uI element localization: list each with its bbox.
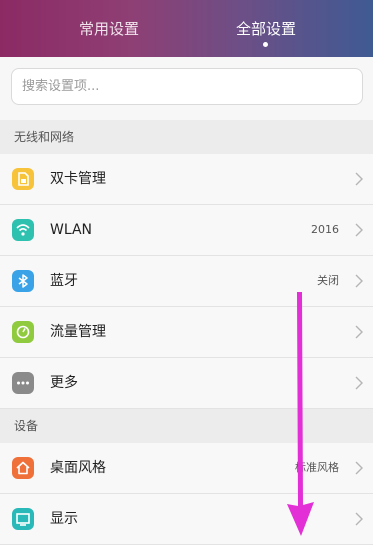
settings-row-label: 桌面风格 [50,460,106,476]
chevron-right-icon [354,171,364,187]
chevron-right-icon [354,222,364,238]
chevron-right-icon [354,324,364,340]
more-icon [12,372,34,394]
bluetooth-icon [12,270,34,292]
settings-row-dual-sim[interactable]: 双卡管理 [0,154,373,205]
search-bar [0,57,373,120]
search-input[interactable] [11,68,363,105]
settings-row-label: 蓝牙 [50,273,78,289]
tab-common-settings[interactable]: 常用设置 [79,18,139,40]
settings-row-label: 流量管理 [50,324,106,340]
settings-row-bluetooth[interactable]: 蓝牙 关闭 [0,256,373,307]
settings-row-home-style[interactable]: 桌面风格 标准风格 [0,443,373,494]
settings-header: 常用设置 全部设置 [0,0,373,57]
section-header-wireless: 无线和网络 [0,120,373,154]
settings-row-value: 标准风格 [295,461,339,474]
settings-row-wlan[interactable]: WLAN 2016 [0,205,373,256]
wifi-icon [12,219,34,241]
settings-row-data-usage[interactable]: 流量管理 [0,307,373,358]
chevron-right-icon [354,375,364,391]
sim-card-icon [12,168,34,190]
chevron-right-icon [354,273,364,289]
settings-row-value: 关闭 [317,274,339,287]
data-usage-icon [12,321,34,343]
tab-all-settings[interactable]: 全部设置 [236,18,296,40]
settings-row-label: 显示 [50,511,78,527]
chevron-right-icon [354,460,364,476]
home-icon [12,457,34,479]
settings-row-more[interactable]: 更多 [0,358,373,409]
active-tab-indicator [263,42,268,47]
settings-row-display[interactable]: 显示 [0,494,373,545]
settings-row-label: 更多 [50,375,78,391]
display-icon [12,508,34,530]
settings-row-label: WLAN [50,222,93,238]
chevron-right-icon [354,511,364,527]
section-header-device: 设备 [0,409,373,443]
settings-row-value: 2016 [311,223,339,236]
settings-row-label: 双卡管理 [50,171,106,187]
